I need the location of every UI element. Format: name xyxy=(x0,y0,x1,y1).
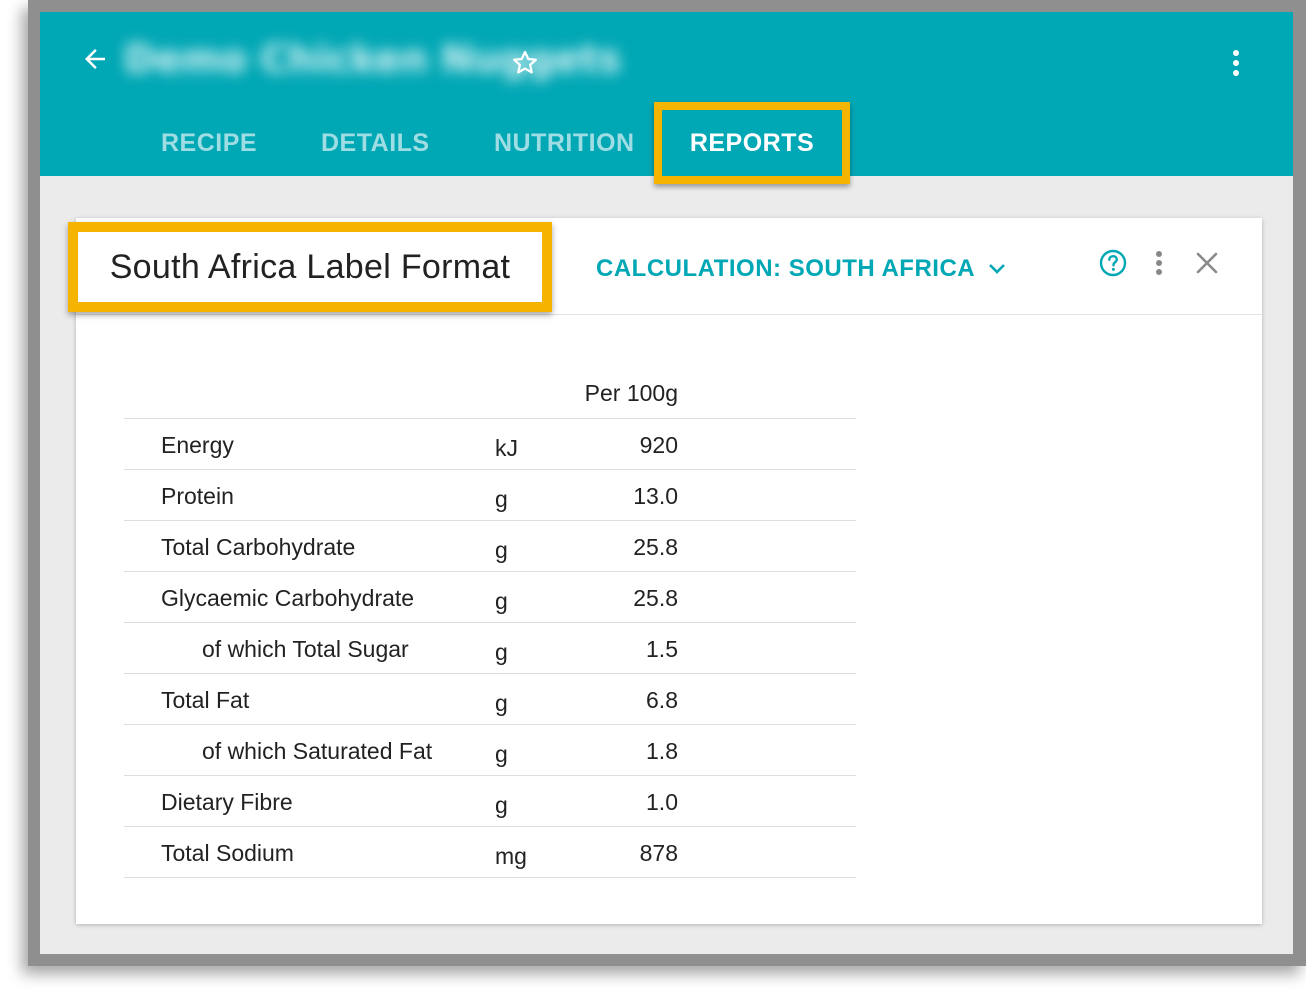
close-button[interactable] xyxy=(1192,248,1222,278)
nutrient-name: Total Carbohydrate xyxy=(161,534,356,560)
help-button[interactable] xyxy=(1098,248,1128,278)
nutrient-unit: g xyxy=(495,741,508,767)
table-row: Total Fat g 6.8 xyxy=(124,674,856,725)
app-window: Demo Chicken Nuggets RECIPE DETAILS NUTR… xyxy=(40,12,1293,954)
nutrient-unit: g xyxy=(495,792,508,818)
nutrient-value: 25.8 xyxy=(633,534,678,560)
card-header: South Africa Label Format CALCULATION: S… xyxy=(68,218,1262,315)
nutrient-name: Dietary Fibre xyxy=(161,789,293,815)
nutrient-name: Energy xyxy=(161,432,234,458)
per-100g-header: Per 100g xyxy=(584,380,678,406)
star-outline-icon xyxy=(513,50,537,74)
table-row: of which Saturated Fat g 1.8 xyxy=(124,725,856,776)
nutrient-name: of which Total Sugar xyxy=(202,636,409,662)
table-row: Glycaemic Carbohydrate g 25.8 xyxy=(124,572,856,623)
tab-details[interactable]: DETAILS xyxy=(321,112,430,176)
nutrient-unit: mg xyxy=(495,843,527,869)
report-title: South Africa Label Format xyxy=(109,247,511,286)
nutrient-unit: g xyxy=(495,690,508,716)
table-row: Protein g 13.0 xyxy=(124,470,856,521)
nutrient-name: Glycaemic Carbohydrate xyxy=(161,585,415,611)
app-more-button[interactable] xyxy=(1222,46,1250,80)
report-title-highlight: South Africa Label Format xyxy=(68,222,552,312)
arrow-left-icon xyxy=(85,49,105,69)
table-header: Per 100g xyxy=(124,378,856,419)
tab-nutrition[interactable]: NUTRITION xyxy=(494,112,635,176)
tab-recipe[interactable]: RECIPE xyxy=(161,112,257,176)
nutrient-unit: g xyxy=(495,588,508,614)
nutrient-value: 25.8 xyxy=(633,585,678,611)
table-row: Total Carbohydrate g 25.8 xyxy=(124,521,856,572)
nutrient-name: of which Saturated Fat xyxy=(202,738,433,764)
recipe-title: Demo Chicken Nuggets xyxy=(124,37,621,81)
nutrient-value: 920 xyxy=(639,432,678,458)
more-vert-icon xyxy=(1156,251,1162,275)
table-row: Dietary Fibre g 1.0 xyxy=(124,776,856,827)
nutrient-value: 878 xyxy=(639,840,678,866)
close-icon xyxy=(1196,252,1218,274)
nutrient-unit: g xyxy=(495,639,508,665)
nutrient-value: 6.8 xyxy=(646,687,678,713)
nutrient-unit: kJ xyxy=(495,435,518,461)
tab-bar: RECIPE DETAILS NUTRITION REPORTS xyxy=(40,102,1293,184)
chevron-down-icon xyxy=(987,262,1007,276)
nutrient-name: Protein xyxy=(161,483,234,509)
table-row: Energy kJ 920 xyxy=(124,419,856,470)
nutrient-name: Total Sodium xyxy=(161,840,294,866)
table-row: of which Total Sugar g 1.5 xyxy=(124,623,856,674)
nutrient-name: Total Fat xyxy=(161,687,250,713)
nutrient-unit: g xyxy=(495,537,508,563)
card-more-button[interactable] xyxy=(1148,248,1170,278)
nutrient-value: 1.5 xyxy=(646,636,678,662)
nutrient-unit: g xyxy=(495,486,508,512)
nutrition-table: Per 100g Energy kJ 920 Protein g 13.0 Total Ca… xyxy=(124,378,856,878)
nutrient-value: 1.8 xyxy=(646,738,678,764)
table-row: Total Sodium mg 878 xyxy=(124,827,856,878)
nutrient-value: 13.0 xyxy=(633,483,678,509)
calculation-label: CALCULATION: SOUTH AFRICA xyxy=(596,255,976,282)
nutrient-value: 1.0 xyxy=(646,789,678,815)
help-circle-icon xyxy=(1099,249,1127,277)
favorite-button[interactable] xyxy=(508,46,542,80)
app-bar: Demo Chicken Nuggets RECIPE DETAILS NUTR… xyxy=(40,12,1293,184)
calculation-dropdown[interactable]: CALCULATION: SOUTH AFRICA xyxy=(596,252,1007,286)
tab-reports[interactable]: REPORTS xyxy=(654,102,850,184)
report-card: South Africa Label Format CALCULATION: S… xyxy=(68,218,1262,924)
back-button[interactable] xyxy=(78,42,112,76)
more-vert-icon xyxy=(1233,50,1239,76)
